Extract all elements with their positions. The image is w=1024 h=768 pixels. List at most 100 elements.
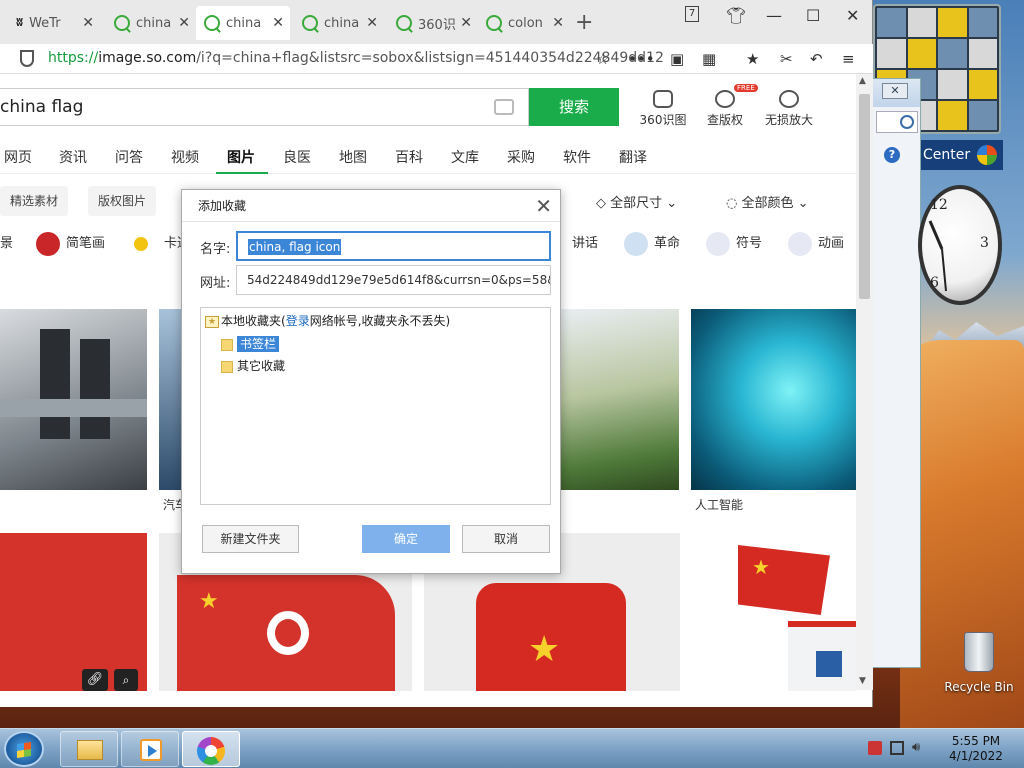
result-image-plants[interactable] [561, 309, 679, 490]
nav-tab-news[interactable]: 资讯 [59, 147, 87, 167]
tab-close-icon[interactable]: ✕ [272, 15, 284, 31]
volume-icon[interactable]: 🔊︎ [912, 741, 926, 755]
folder-bookmarks-bar[interactable]: 书签栏 [221, 335, 280, 352]
folder-tree[interactable]: ★ 本地收藏夹(登录网络帐号,收藏夹永不丢失) 书签栏 其它收藏 [200, 307, 551, 505]
nav-tab-doctor[interactable]: 良医 [283, 147, 311, 167]
taskbar-media-player[interactable] [121, 731, 179, 767]
tag-item[interactable]: 革命 [624, 228, 680, 260]
result-image-red-flag[interactable]: 🔗︎ ⌕ [0, 533, 147, 691]
nav-tab-translate[interactable]: 翻译 [619, 147, 647, 167]
cancel-button[interactable]: 取消 [462, 525, 550, 553]
result-image-ai-head[interactable] [691, 309, 856, 490]
tag-item[interactable]: 符号 [706, 228, 762, 260]
browser-window[interactable]: ʬ WeTr ✕ china ✕ china ✕ china ✕ 360识 ✕ … [0, 0, 873, 707]
search-button[interactable]: 搜索 [529, 88, 619, 126]
result-image-car[interactable] [159, 309, 183, 490]
search-input[interactable]: china flag [0, 88, 529, 126]
background-window[interactable]: ✕ ? [871, 78, 921, 668]
star-bookmark-icon[interactable]: ☆ [596, 50, 609, 68]
nav-tab-library[interactable]: 文库 [451, 147, 479, 167]
taskbar-explorer[interactable] [60, 731, 118, 767]
result-image-machinery[interactable] [0, 309, 147, 490]
menu-icon[interactable]: ≡ [842, 50, 855, 68]
maximize-icon[interactable]: ☐ [806, 6, 820, 25]
nav-tab-baike[interactable]: 百科 [395, 147, 423, 167]
upscale-tool[interactable]: 无损放大 [754, 90, 824, 128]
camera-icon[interactable] [494, 99, 514, 115]
image-caption[interactable]: 人工智能 [695, 496, 743, 513]
shirt-skin-icon[interactable]: 👕︎ [726, 6, 746, 25]
nav-tab-images[interactable]: 图片 [227, 147, 255, 167]
bookmark-name-field[interactable]: china, flag icon [236, 231, 551, 261]
browser-tab[interactable]: 360识 ✕ [388, 6, 478, 40]
login-link[interactable]: 登录 [286, 314, 310, 328]
url-text[interactable]: https://image.so.com/i?q=china+flag&list… [48, 50, 664, 66]
ok-button[interactable]: 确定 [362, 525, 450, 553]
tree-root[interactable]: ★ 本地收藏夹(登录网络帐号,收藏夹永不丢失) [205, 312, 450, 329]
tab-close-icon[interactable]: ✕ [460, 15, 472, 31]
browser-tab-active[interactable]: china ✕ [196, 6, 290, 40]
shield-icon[interactable] [20, 50, 34, 67]
tag-item[interactable]: 简笔画 [36, 228, 105, 260]
tag-item[interactable]: 动画 [788, 228, 844, 260]
more-dots-icon[interactable]: ••• [628, 50, 655, 68]
image-recognition-tool[interactable]: 360识图 [628, 90, 698, 128]
new-folder-button[interactable]: 新建文件夹 [202, 525, 299, 553]
recycle-bin[interactable]: Recycle Bin [944, 632, 1014, 702]
star-icon: ★ [528, 629, 561, 670]
folder-label: 其它收藏 [237, 359, 286, 373]
tag-item[interactable]: 景 [0, 228, 13, 260]
add-bookmark-dialog[interactable]: 添加收藏 ✕ 名字: china, flag icon 网址: 54d22484… [181, 189, 561, 574]
minimize-icon[interactable]: — [766, 6, 782, 25]
help-icon[interactable]: ? [884, 147, 900, 163]
visual-search-icon[interactable]: ⌕ [114, 669, 138, 691]
filter-copyright[interactable]: 版权图片 [88, 186, 157, 216]
folder-other[interactable]: 其它收藏 [221, 357, 285, 374]
size-dropdown[interactable]: ◇ 全部尺寸 ⌄ [596, 192, 677, 211]
nav-tab-map[interactable]: 地图 [339, 147, 367, 167]
new-tab-plus-icon[interactable]: + [575, 10, 593, 35]
tab-close-icon[interactable]: ✕ [178, 15, 190, 31]
page-scrollbar[interactable]: ▲ ▼ [856, 74, 873, 690]
network-icon[interactable] [890, 741, 904, 755]
address-bar[interactable]: https://image.so.com/i?q=china+flag&list… [0, 44, 873, 74]
color-dropdown[interactable]: ◌ 全部颜色 ⌄ [726, 192, 809, 211]
browser-tab[interactable]: china ✕ [294, 6, 384, 40]
undo-icon[interactable]: ↶ [810, 50, 823, 68]
filter-featured[interactable]: 精选素材 [0, 186, 69, 216]
nav-tab-software[interactable]: 软件 [563, 147, 591, 167]
nav-tab-qa[interactable]: 问答 [115, 147, 143, 167]
taskbar-clock[interactable]: 5:55 PM 4/1/2022 [948, 734, 1004, 764]
reading-mode-icon[interactable]: ▣ [670, 50, 684, 68]
nav-tab-purchase[interactable]: 采购 [507, 147, 535, 167]
action-center-label[interactable]: Center [921, 140, 1003, 170]
start-button[interactable] [4, 731, 44, 767]
edit-link-icon[interactable]: 🔗︎ [82, 669, 108, 691]
nav-tab-web[interactable]: 网页 [4, 147, 32, 167]
action-center-flag-icon[interactable] [868, 741, 882, 755]
favorites-list-icon[interactable]: ★ [746, 50, 759, 68]
background-window-close-icon[interactable]: ✕ [882, 83, 908, 99]
browser-tab[interactable]: ʬ WeTr ✕ [8, 6, 100, 40]
tag-thumb-icon [134, 237, 148, 251]
close-window-icon[interactable]: ✕ [846, 6, 859, 25]
nav-tab-video[interactable]: 视频 [171, 147, 199, 167]
scissors-icon[interactable]: ✂ [780, 50, 793, 68]
browser-tab[interactable]: china ✕ [106, 6, 196, 40]
scrollbar-thumb[interactable] [859, 94, 870, 299]
bookmark-url-field[interactable]: 54d224849dd129e79e5d614f8&currsn=0&ps=58… [236, 265, 551, 295]
clock-gadget[interactable]: 12 3 6 [918, 185, 1002, 305]
copyright-tool[interactable]: 查版权 [690, 90, 760, 128]
dialog-close-icon[interactable]: ✕ [535, 194, 552, 218]
background-window-search[interactable] [876, 111, 918, 133]
taskbar-360-browser[interactable] [182, 731, 240, 767]
tab-count-badge[interactable]: 7 [685, 6, 699, 22]
tab-close-icon[interactable]: ✕ [82, 15, 94, 31]
result-image-flag-house[interactable]: ★ [692, 533, 856, 691]
scroll-up-arrow-icon[interactable]: ▲ [859, 76, 866, 86]
tab-close-icon[interactable]: ✕ [552, 15, 564, 31]
apps-grid-icon[interactable]: ▦ [702, 50, 716, 68]
scroll-down-arrow-icon[interactable]: ▼ [859, 676, 866, 686]
browser-tab[interactable]: colon ✕ [478, 6, 570, 40]
tab-close-icon[interactable]: ✕ [366, 15, 378, 31]
